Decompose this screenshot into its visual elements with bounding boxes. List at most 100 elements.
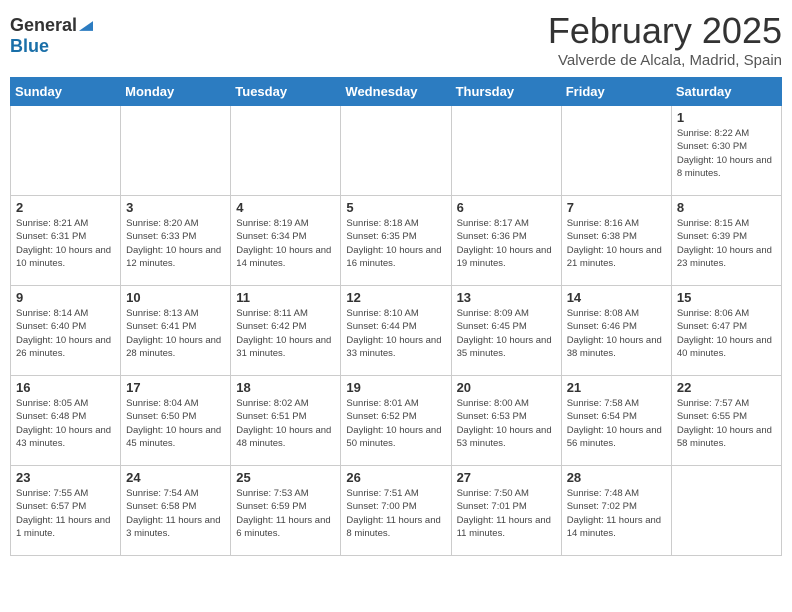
day-info: Sunrise: 8:05 AM Sunset: 6:48 PM Dayligh…	[16, 397, 115, 450]
day-number: 10	[126, 290, 225, 305]
day-cell: 22Sunrise: 7:57 AM Sunset: 6:55 PM Dayli…	[671, 376, 781, 466]
day-number: 1	[677, 110, 776, 125]
day-info: Sunrise: 7:54 AM Sunset: 6:58 PM Dayligh…	[126, 487, 225, 540]
location-subtitle: Valverde de Alcala, Madrid, Spain	[548, 52, 782, 69]
header: General Blue February 2025 Valverde de A…	[10, 10, 782, 69]
title-area: February 2025 Valverde de Alcala, Madrid…	[548, 10, 782, 69]
day-cell	[121, 106, 231, 196]
day-cell: 12 Sunrise: 8:10 AM Sunset: 6:44 PM Dayli…	[341, 286, 451, 376]
day-info: Sunrise: 8:17 AM Sunset: 6:36 PM Dayligh…	[457, 217, 556, 270]
day-number: 16	[16, 380, 115, 395]
weekday-header-friday: Friday	[561, 78, 671, 106]
day-number: 4	[236, 200, 335, 215]
day-info: Sunrise: 7:50 AM Sunset: 7:01 PM Dayligh…	[457, 487, 556, 540]
day-number: 12	[346, 290, 445, 305]
calendar-table: SundayMondayTuesdayWednesdayThursdayFrid…	[10, 77, 782, 556]
day-info: Sunrise: 7:53 AM Sunset: 6:59 PM Dayligh…	[236, 487, 335, 540]
logo: General Blue	[10, 10, 93, 57]
day-cell: 26 Sunrise: 7:51 AM Sunset: 7:00 PM Dayli…	[341, 466, 451, 556]
day-info: Sunrise: 8:06 AM Sunset: 6:47 PM Dayligh…	[677, 307, 776, 360]
day-number: 8	[677, 200, 776, 215]
day-info: Sunrise: 8:18 AM Sunset: 6:35 PM Dayligh…	[346, 217, 445, 270]
day-info: Sunrise: 8:20 AM Sunset: 6:33 PM Dayligh…	[126, 217, 225, 270]
day-number: 19	[346, 380, 445, 395]
day-number: 14	[567, 290, 666, 305]
day-cell: 27 Sunrise: 7:50 AM Sunset: 7:01 PM Dayli…	[451, 466, 561, 556]
day-number: 2	[16, 200, 115, 215]
day-cell: 16 Sunrise: 8:05 AM Sunset: 6:48 PM Dayli…	[11, 376, 121, 466]
day-number: 11	[236, 290, 335, 305]
day-info: Sunrise: 8:08 AM Sunset: 6:46 PM Dayligh…	[567, 307, 666, 360]
day-cell	[671, 466, 781, 556]
day-cell: 21 Sunrise: 7:58 AM Sunset: 6:54 PM Dayli…	[561, 376, 671, 466]
day-info: Sunrise: 8:14 AM Sunset: 6:40 PM Dayligh…	[16, 307, 115, 360]
day-cell: 25 Sunrise: 7:53 AM Sunset: 6:59 PM Dayli…	[231, 466, 341, 556]
day-info: Sunrise: 7:51 AM Sunset: 7:00 PM Dayligh…	[346, 487, 445, 540]
day-info: Sunrise: 8:21 AM Sunset: 6:31 PM Dayligh…	[16, 217, 115, 270]
weekday-header-sunday: Sunday	[11, 78, 121, 106]
weekday-header-thursday: Thursday	[451, 78, 561, 106]
logo-general-text: General	[10, 15, 77, 36]
day-cell: 24Sunrise: 7:54 AM Sunset: 6:58 PM Dayli…	[121, 466, 231, 556]
day-cell	[451, 106, 561, 196]
day-number: 15	[677, 290, 776, 305]
weekday-header-monday: Monday	[121, 78, 231, 106]
week-row-3: 9 Sunrise: 8:14 AM Sunset: 6:40 PM Daylig…	[11, 286, 782, 376]
day-number: 25	[236, 470, 335, 485]
day-info: Sunrise: 8:22 AM Sunset: 6:30 PM Dayligh…	[677, 127, 776, 180]
day-number: 27	[457, 470, 556, 485]
day-number: 7	[567, 200, 666, 215]
day-number: 20	[457, 380, 556, 395]
day-cell	[561, 106, 671, 196]
day-cell: 13 Sunrise: 8:09 AM Sunset: 6:45 PM Dayli…	[451, 286, 561, 376]
day-info: Sunrise: 8:10 AM Sunset: 6:44 PM Dayligh…	[346, 307, 445, 360]
week-row-2: 2 Sunrise: 8:21 AM Sunset: 6:31 PM Daylig…	[11, 196, 782, 286]
day-info: Sunrise: 7:55 AM Sunset: 6:57 PM Dayligh…	[16, 487, 115, 540]
weekday-header-tuesday: Tuesday	[231, 78, 341, 106]
day-cell: 11Sunrise: 8:11 AM Sunset: 6:42 PM Dayli…	[231, 286, 341, 376]
week-row-4: 16 Sunrise: 8:05 AM Sunset: 6:48 PM Dayli…	[11, 376, 782, 466]
day-number: 28	[567, 470, 666, 485]
logo-blue-text: Blue	[10, 36, 49, 57]
weekday-header-row: SundayMondayTuesdayWednesdayThursdayFrid…	[11, 78, 782, 106]
day-number: 3	[126, 200, 225, 215]
logo-icon	[79, 19, 93, 33]
day-info: Sunrise: 8:15 AM Sunset: 6:39 PM Dayligh…	[677, 217, 776, 270]
day-number: 9	[16, 290, 115, 305]
day-cell: 17Sunrise: 8:04 AM Sunset: 6:50 PM Dayli…	[121, 376, 231, 466]
day-info: Sunrise: 7:58 AM Sunset: 6:54 PM Dayligh…	[567, 397, 666, 450]
day-cell: 7Sunrise: 8:16 AM Sunset: 6:38 PM Daylig…	[561, 196, 671, 286]
day-info: Sunrise: 8:09 AM Sunset: 6:45 PM Dayligh…	[457, 307, 556, 360]
day-info: Sunrise: 8:04 AM Sunset: 6:50 PM Dayligh…	[126, 397, 225, 450]
day-cell: 23 Sunrise: 7:55 AM Sunset: 6:57 PM Dayli…	[11, 466, 121, 556]
day-number: 26	[346, 470, 445, 485]
day-cell: 8 Sunrise: 8:15 AM Sunset: 6:39 PM Daylig…	[671, 196, 781, 286]
day-info: Sunrise: 8:13 AM Sunset: 6:41 PM Dayligh…	[126, 307, 225, 360]
day-number: 21	[567, 380, 666, 395]
week-row-1: 1 Sunrise: 8:22 AM Sunset: 6:30 PM Daylig…	[11, 106, 782, 196]
day-info: Sunrise: 8:00 AM Sunset: 6:53 PM Dayligh…	[457, 397, 556, 450]
weekday-header-wednesday: Wednesday	[341, 78, 451, 106]
day-cell: 3 Sunrise: 8:20 AM Sunset: 6:33 PM Daylig…	[121, 196, 231, 286]
day-cell: 19Sunrise: 8:01 AM Sunset: 6:52 PM Dayli…	[341, 376, 451, 466]
day-info: Sunrise: 7:48 AM Sunset: 7:02 PM Dayligh…	[567, 487, 666, 540]
month-title: February 2025	[548, 10, 782, 52]
day-number: 23	[16, 470, 115, 485]
day-number: 13	[457, 290, 556, 305]
day-cell: 20 Sunrise: 8:00 AM Sunset: 6:53 PM Dayli…	[451, 376, 561, 466]
day-info: Sunrise: 8:19 AM Sunset: 6:34 PM Dayligh…	[236, 217, 335, 270]
day-cell: 6 Sunrise: 8:17 AM Sunset: 6:36 PM Daylig…	[451, 196, 561, 286]
day-cell: 4 Sunrise: 8:19 AM Sunset: 6:34 PM Daylig…	[231, 196, 341, 286]
day-cell: 14 Sunrise: 8:08 AM Sunset: 6:46 PM Dayli…	[561, 286, 671, 376]
week-row-5: 23 Sunrise: 7:55 AM Sunset: 6:57 PM Dayli…	[11, 466, 782, 556]
day-cell: 28 Sunrise: 7:48 AM Sunset: 7:02 PM Dayli…	[561, 466, 671, 556]
day-number: 18	[236, 380, 335, 395]
day-cell: 18Sunrise: 8:02 AM Sunset: 6:51 PM Dayli…	[231, 376, 341, 466]
day-number: 6	[457, 200, 556, 215]
day-cell: 5Sunrise: 8:18 AM Sunset: 6:35 PM Daylig…	[341, 196, 451, 286]
day-cell: 15 Sunrise: 8:06 AM Sunset: 6:47 PM Dayli…	[671, 286, 781, 376]
day-cell	[341, 106, 451, 196]
day-cell: 1 Sunrise: 8:22 AM Sunset: 6:30 PM Daylig…	[671, 106, 781, 196]
weekday-header-saturday: Saturday	[671, 78, 781, 106]
day-cell	[11, 106, 121, 196]
